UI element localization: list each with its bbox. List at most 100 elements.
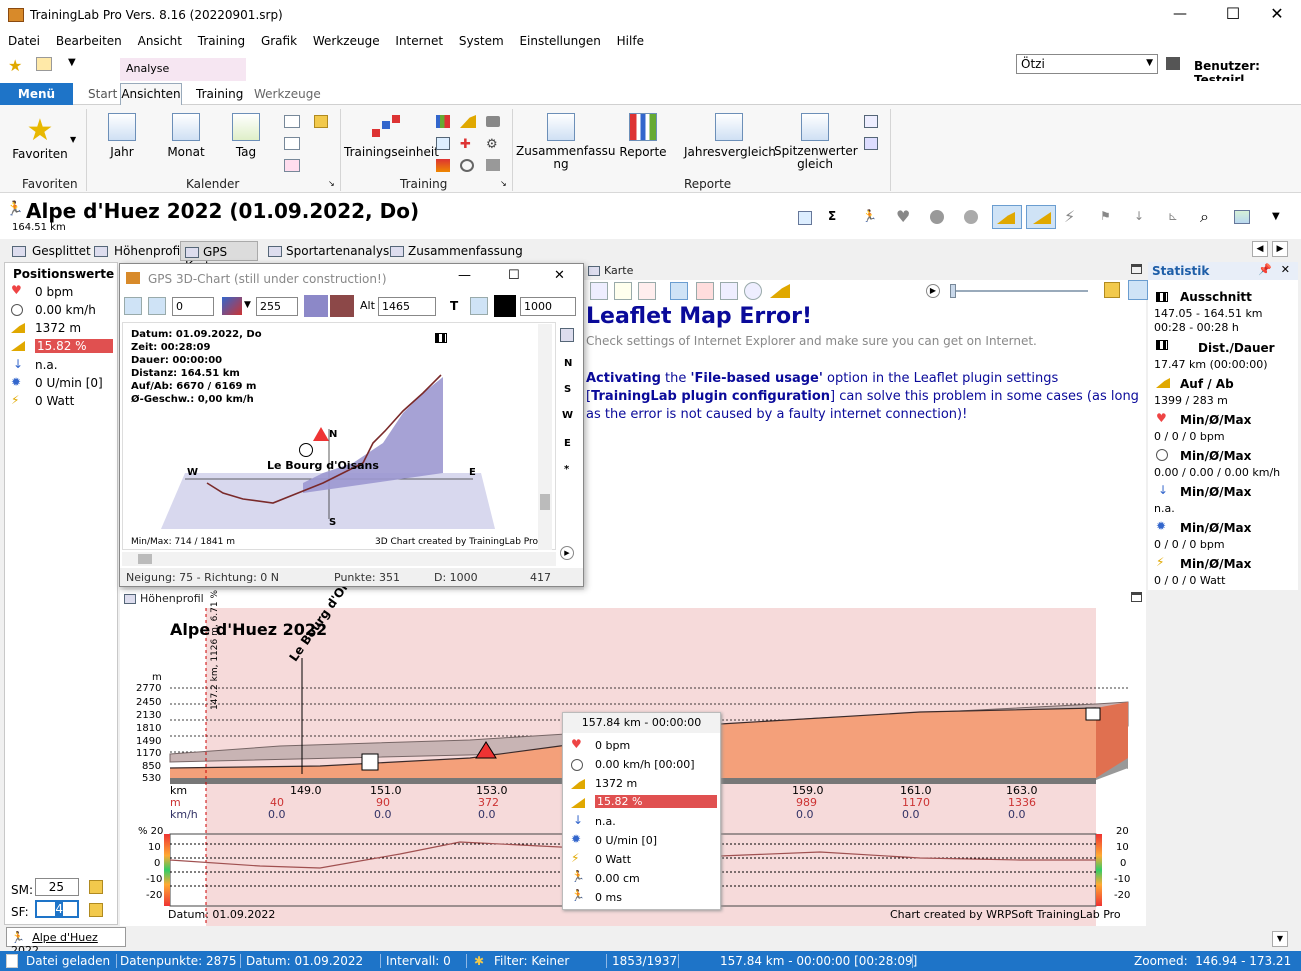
map-settings-icon[interactable] <box>1128 280 1148 300</box>
scroll-thumb[interactable] <box>540 494 550 510</box>
chevron-down-icon[interactable]: ▼ <box>1272 931 1288 947</box>
sigma-icon[interactable]: Σ <box>828 209 836 223</box>
tag-button[interactable]: Tag <box>224 113 268 159</box>
zoom-fit-icon[interactable] <box>590 282 608 300</box>
heart-icon[interactable]: ♥ <box>896 207 910 226</box>
maximize-panel-icon[interactable] <box>1131 592 1142 602</box>
gauge-icon[interactable] <box>460 159 474 172</box>
power-icon[interactable]: ⚡ <box>1064 207 1075 226</box>
table-icon[interactable] <box>284 137 300 150</box>
view-south[interactable]: S <box>564 384 571 395</box>
note-icon[interactable] <box>314 115 328 128</box>
tab-gps-karte[interactable]: GPS Karte <box>180 241 258 273</box>
user-select[interactable]: Ötzi ▼ <box>1016 54 1158 74</box>
speed-icon[interactable] <box>930 210 944 224</box>
maximize-button[interactable]: ☐ <box>508 268 520 283</box>
menu-werkzeuge[interactable]: Werkzeuge <box>313 31 380 51</box>
altitude-icon[interactable] <box>770 284 790 298</box>
camera-icon[interactable] <box>486 116 500 127</box>
distance-input[interactable]: 1000 <box>520 297 576 316</box>
color-swatch-blue[interactable] <box>304 295 328 317</box>
zoom-out-icon[interactable] <box>638 282 656 300</box>
menu-einstellungen[interactable]: Einstellungen <box>519 31 600 51</box>
sm-input[interactable]: 25 <box>35 878 79 896</box>
play-icon[interactable]: ▶ <box>560 546 574 560</box>
vertical-scrollbar[interactable] <box>538 324 552 550</box>
sm-apply-icon[interactable] <box>89 880 103 894</box>
t-label[interactable]: T <box>450 299 458 313</box>
menu-system[interactable]: System <box>459 31 504 51</box>
chevron-left-icon[interactable]: ◀ <box>1252 241 1268 257</box>
tab-start[interactable]: Start <box>88 87 117 101</box>
color-swatch-black[interactable] <box>494 295 516 317</box>
alt-input[interactable]: 1465 <box>378 297 436 316</box>
close-button[interactable]: ✕ <box>554 268 565 283</box>
dialog-launcher-icon[interactable]: ↘ <box>328 179 335 188</box>
color-swatch-red[interactable] <box>330 295 354 317</box>
hill-icon[interactable] <box>460 115 476 128</box>
tab-werkzeuge[interactable]: Werkzeuge <box>254 87 321 101</box>
arrow-down-icon[interactable]: ↓ <box>1134 209 1144 223</box>
spitzenwerte-button[interactable]: Spitzenwerter gleich <box>774 113 858 171</box>
tilt-input[interactable]: 0 <box>172 297 214 316</box>
magnet-icon[interactable] <box>148 297 166 315</box>
summary-toggle-icon[interactable] <box>798 211 812 225</box>
close-button[interactable]: ✕ <box>1262 4 1292 23</box>
sf-apply-icon[interactable] <box>89 903 103 917</box>
pin-icon[interactable]: 📌 <box>1258 263 1272 276</box>
calendar-icon[interactable] <box>1166 57 1180 70</box>
list-icon[interactable] <box>284 115 300 128</box>
temperature-icon[interactable]: ⚑ <box>1100 209 1111 223</box>
zusammenfassung-button[interactable]: Zusammenfassu ng <box>516 113 616 171</box>
card-icon[interactable] <box>486 159 500 171</box>
chevron-down-icon[interactable]: ▼ <box>68 57 76 68</box>
maximize-panel-icon[interactable] <box>1131 264 1142 274</box>
menu-datei[interactable]: Datei <box>8 31 40 51</box>
favoriten-button[interactable]: ★ Favoriten <box>8 115 72 162</box>
upload-icon[interactable] <box>744 282 762 300</box>
laps-icon[interactable]: ⊾ <box>1168 209 1178 223</box>
close-panel-icon[interactable]: ✕ <box>1281 263 1290 276</box>
text-align-icon[interactable] <box>470 297 488 315</box>
timeline-slider[interactable] <box>950 290 1088 292</box>
menu-training[interactable]: Training <box>198 31 245 51</box>
bike-icon[interactable]: ⚙ <box>486 137 498 152</box>
runner-icon[interactable]: 🏃 <box>862 209 877 223</box>
tab-gesplittet[interactable]: Gesplittet <box>12 244 91 258</box>
record-icon[interactable] <box>696 282 714 300</box>
edit-list-icon[interactable] <box>284 159 300 172</box>
chart-settings-icon[interactable] <box>1234 210 1250 224</box>
view-east[interactable]: E <box>564 438 571 449</box>
grade-icon[interactable] <box>1026 205 1056 229</box>
tab-training[interactable]: Training <box>196 87 243 101</box>
menu-hilfe[interactable]: Hilfe <box>617 31 644 51</box>
jahresvergleich-button[interactable]: Jahresvergleich <box>684 113 776 159</box>
dialog-launcher-icon[interactable]: ↘ <box>500 179 507 188</box>
altitude-icon[interactable] <box>992 205 1022 229</box>
tab-menu[interactable]: Menü <box>0 83 73 105</box>
camera-icon[interactable] <box>720 282 738 300</box>
table-grid-icon[interactable] <box>436 137 450 150</box>
reporte-button[interactable]: Reporte <box>618 113 668 159</box>
play-icon[interactable]: ▶ <box>926 284 940 298</box>
menu-ansicht[interactable]: Ansicht <box>138 31 182 51</box>
menu-grafik[interactable]: Grafik <box>261 31 297 51</box>
tab-ansichten[interactable]: Ansichten <box>120 83 182 106</box>
trainingseinheit-button[interactable]: Trainingseinheit <box>344 113 439 159</box>
tab-sportartenanalyse[interactable]: Sportartenanalyse <box>268 244 397 258</box>
zoom-icon[interactable]: ⌕ <box>1200 207 1209 227</box>
chevron-down-icon[interactable]: ▼ <box>244 300 251 310</box>
scroll-thumb[interactable] <box>138 554 152 564</box>
horizontal-scrollbar[interactable] <box>122 552 556 566</box>
view-west[interactable]: W <box>562 410 573 421</box>
menu-bearbeiten[interactable]: Bearbeiten <box>56 31 122 51</box>
pointer-icon[interactable] <box>670 282 688 300</box>
menu-internet[interactable]: Internet <box>395 31 443 51</box>
color-value-input[interactable]: 255 <box>256 297 298 316</box>
maximize-button[interactable]: ☐ <box>1218 4 1248 23</box>
jahr-button[interactable]: Jahr <box>100 113 144 159</box>
timeline-slider-handle[interactable] <box>950 284 956 298</box>
minimize-button[interactable]: — <box>1165 6 1195 22</box>
chevron-right-icon[interactable]: ▶ <box>1272 241 1288 257</box>
profile-color-icon[interactable] <box>222 297 242 315</box>
